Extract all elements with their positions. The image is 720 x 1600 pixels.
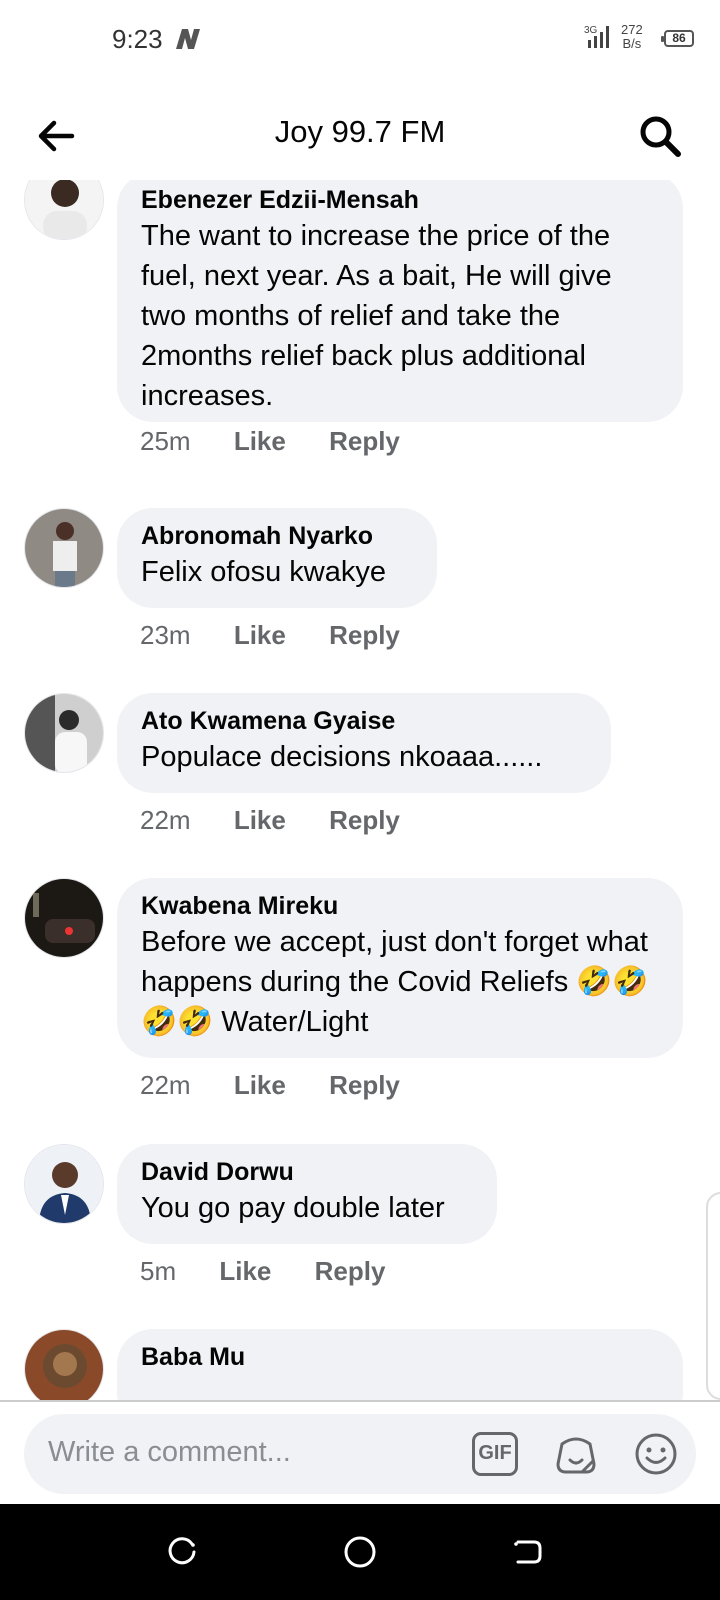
comment-author[interactable]: Kwabena Mireku <box>141 890 659 922</box>
comment-placeholder: Write a comment... <box>48 1436 291 1468</box>
like-button[interactable]: Like <box>234 620 286 650</box>
notification-n-icon <box>176 29 200 49</box>
comment-actions: 5m Like Reply <box>140 1256 421 1287</box>
comment-bubble[interactable]: Baba Mu <box>117 1329 683 1400</box>
sticker-icon[interactable] <box>552 1430 600 1478</box>
page-title: Joy 99.7 FM <box>274 114 446 149</box>
comment-text: Populace decisions nkoaaa...... <box>141 741 543 773</box>
status-bar: 9:23 3G 272 B/s 86 <box>0 0 720 80</box>
comment-age: 23m <box>140 620 191 650</box>
reply-button[interactable]: Reply <box>329 805 400 835</box>
comment-text: Felix ofosu kwakye <box>141 556 386 588</box>
top-app-bar: Joy 99.7 FM <box>0 84 720 180</box>
reply-button[interactable]: Reply <box>329 426 400 456</box>
back-nav-icon[interactable] <box>510 1534 546 1570</box>
comment-author[interactable]: Abronomah Nyarko <box>141 520 413 552</box>
like-button[interactable]: Like <box>219 1256 271 1286</box>
battery-icon: 86 <box>661 30 694 47</box>
comment-bubble[interactable]: David Dorwu You go pay double later <box>117 1144 497 1244</box>
comment-actions: 22m Like Reply <box>140 805 436 836</box>
network-type: 3G <box>584 25 598 36</box>
avatar[interactable] <box>24 1329 104 1400</box>
avatar[interactable] <box>24 180 104 240</box>
recent-apps-icon[interactable] <box>164 1534 200 1570</box>
reply-button[interactable]: Reply <box>329 620 400 650</box>
comment-composer: Write a comment... GIF <box>0 1400 720 1506</box>
comment-text: Before we accept, just don't forget what… <box>141 926 649 1038</box>
comments-list[interactable]: Ebenezer Edzii-Mensah The want to increa… <box>0 180 720 1400</box>
comment-text: You go pay double later <box>141 1192 445 1224</box>
scroll-handle[interactable] <box>706 1192 720 1400</box>
comment-actions: 22m Like Reply <box>140 1070 436 1101</box>
like-button[interactable]: Like <box>234 426 286 456</box>
comment-input[interactable]: Write a comment... GIF <box>24 1414 696 1494</box>
data-rate-value: 272 <box>621 22 643 37</box>
search-icon[interactable] <box>636 112 684 160</box>
comment-bubble[interactable]: Ebenezer Edzii-Mensah The want to increa… <box>117 180 683 422</box>
system-nav-bar <box>0 1504 720 1600</box>
comment-actions: 23m Like Reply <box>140 620 436 651</box>
avatar[interactable] <box>24 1144 104 1224</box>
home-icon[interactable] <box>342 1534 378 1570</box>
status-time: 9:23 <box>112 24 163 54</box>
like-button[interactable]: Like <box>234 1070 286 1100</box>
comment-age: 22m <box>140 805 191 835</box>
data-rate: 272 B/s <box>621 23 643 51</box>
emoji-icon[interactable] <box>632 1430 680 1478</box>
reply-button[interactable]: Reply <box>329 1070 400 1100</box>
comment-bubble[interactable]: Ato Kwamena Gyaise Populace decisions nk… <box>117 693 611 793</box>
data-rate-unit: B/s <box>622 36 642 51</box>
comment-author[interactable]: Ebenezer Edzii-Mensah <box>141 184 659 216</box>
comment-bubble[interactable]: Kwabena Mireku Before we accept, just do… <box>117 878 683 1058</box>
signal-icon: 3G <box>584 22 614 57</box>
comment-actions: 25m Like Reply <box>140 426 436 457</box>
comment-age: 5m <box>140 1256 177 1286</box>
battery-level: 86 <box>672 31 686 45</box>
avatar[interactable] <box>24 693 104 773</box>
reply-button[interactable]: Reply <box>315 1256 386 1286</box>
avatar[interactable] <box>24 878 104 958</box>
gif-icon[interactable]: GIF <box>472 1432 518 1476</box>
like-button[interactable]: Like <box>234 805 286 835</box>
comment-text: The want to increase the price of the fu… <box>141 220 612 412</box>
comment-age: 22m <box>140 1070 191 1100</box>
comment-bubble[interactable]: Abronomah Nyarko Felix ofosu kwakye <box>117 508 437 608</box>
comment-author[interactable]: Baba Mu <box>141 1341 659 1373</box>
avatar[interactable] <box>24 508 104 588</box>
comment-author[interactable]: David Dorwu <box>141 1156 473 1188</box>
comment-age: 25m <box>140 426 191 456</box>
comment-author[interactable]: Ato Kwamena Gyaise <box>141 705 587 737</box>
